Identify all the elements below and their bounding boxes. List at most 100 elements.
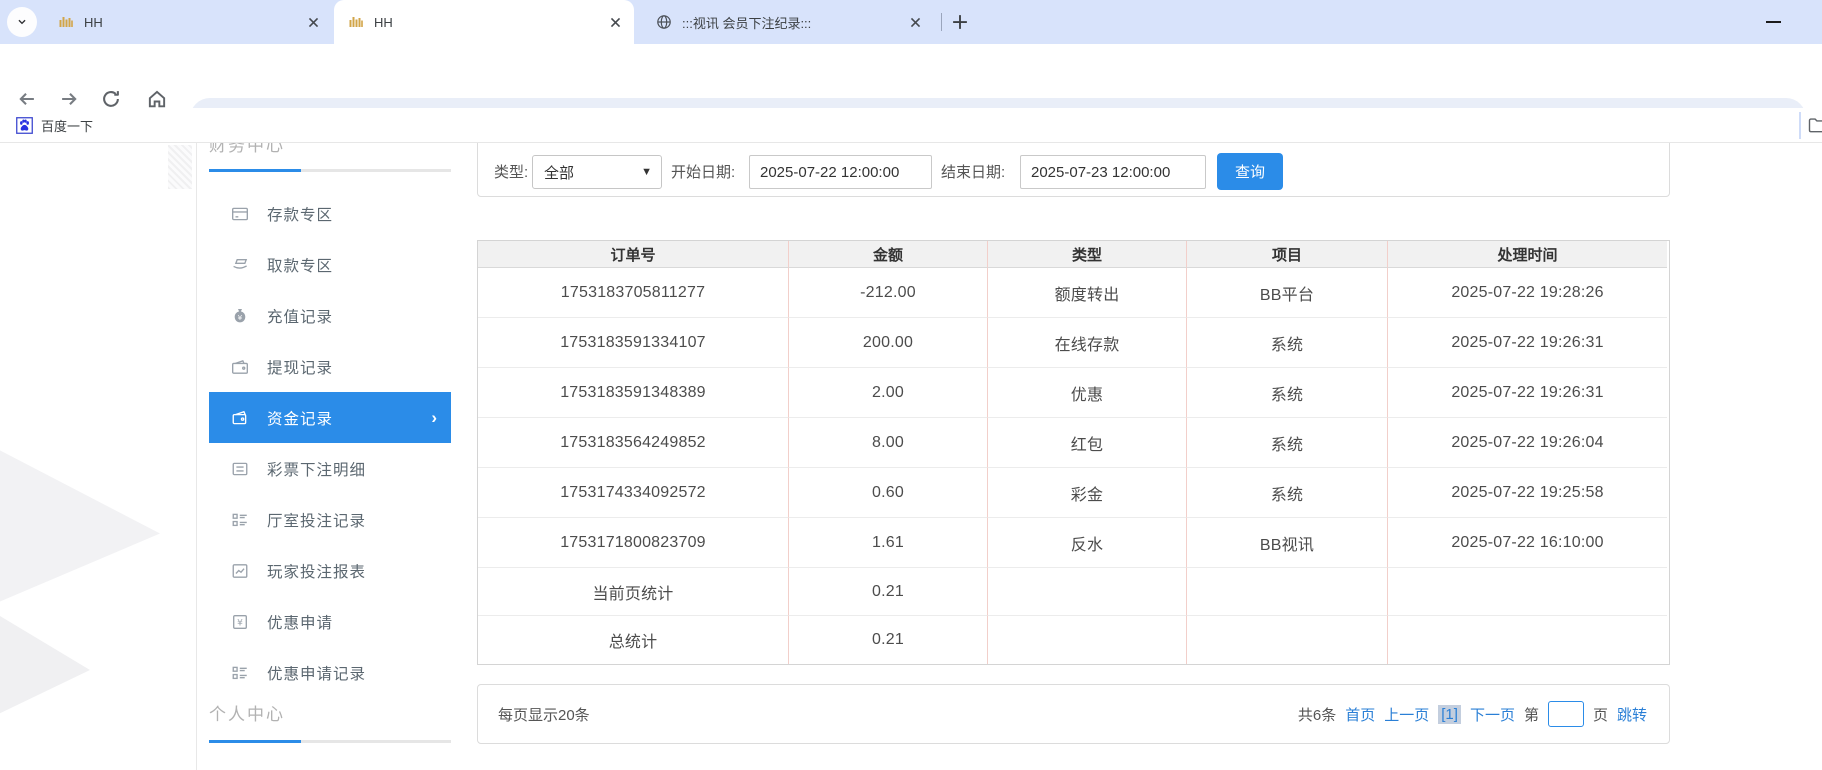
cell-order-no: 1753183705811277 (478, 268, 789, 318)
tab-title: :::视讯 会员下注纪录::: (682, 15, 812, 31)
cell-item: BB平台 (1187, 268, 1388, 318)
cell-type: 彩金 (988, 468, 1187, 518)
svg-text:¥: ¥ (237, 618, 243, 628)
cell-grand-total-label: 总统计 (478, 616, 789, 664)
baidu-paw-icon (16, 117, 33, 134)
close-tab-icon[interactable] (607, 14, 624, 31)
type-select[interactable]: 全部 ▼ (532, 155, 662, 189)
tab-title: HH (374, 14, 393, 30)
start-date-input[interactable] (749, 155, 932, 189)
sidebar-item-withdraw-zone[interactable]: 取款专区 (209, 239, 451, 290)
cell-order-no: 1753183564249852 (478, 418, 789, 468)
sidebar-item-deposit-zone[interactable]: 存款专区 (209, 188, 451, 239)
jump-suffix-label: 页 (1592, 706, 1608, 724)
col-header-amount: 金额 (789, 241, 988, 268)
type-label: 类型: (494, 164, 529, 181)
query-button[interactable]: 查询 (1217, 153, 1283, 190)
all-bookmarks-folder-icon[interactable] (1808, 116, 1822, 134)
deposit-card-icon (232, 207, 248, 220)
sidebar-item-label: 玩家投注报表 (267, 563, 367, 581)
type-select-value: 全部 (544, 164, 575, 182)
sidebar-item-recharge-records[interactable]: ¥ 充值记录 (209, 290, 451, 341)
tab-separator (941, 13, 942, 31)
sidebar-item-label: 充值记录 (267, 308, 334, 326)
next-page-link[interactable]: 下一页 (1470, 704, 1515, 725)
bookmark-label: 百度一下 (41, 119, 94, 134)
sidebar-item-label: 优惠申请记录 (267, 665, 367, 683)
jump-page-input[interactable] (1547, 701, 1584, 727)
tab-1[interactable]: HH (44, 0, 332, 44)
tab-strip: HH HH :::视讯 会员下注纪录::: (0, 0, 1822, 44)
list-card-icon (232, 462, 248, 475)
first-page-link[interactable]: 首页 (1345, 704, 1375, 725)
tab-search-caret-button[interactable] (7, 7, 37, 37)
cell-item: 系统 (1187, 318, 1388, 368)
cell-item: 系统 (1187, 418, 1388, 468)
sidebar-item-label: 优惠申请 (267, 614, 334, 632)
sidebar-item-label: 彩票下注明细 (267, 461, 367, 479)
tab-2-active[interactable]: HH (334, 0, 634, 44)
window-minimize-icon[interactable] (1766, 21, 1781, 23)
cell-time: 2025-07-22 16:10:00 (1388, 518, 1667, 568)
money-bag-icon: ¥ (234, 308, 246, 322)
layout-list-icon (232, 513, 247, 526)
per-page-label: 每页显示20条 (498, 706, 590, 724)
sidebar-item-fund-records[interactable]: 资金记录 › (209, 392, 451, 443)
bookmark-baidu[interactable]: 百度一下 (10, 113, 99, 138)
cell-time: 2025-07-22 19:26:31 (1388, 368, 1667, 418)
hand-money-icon (233, 258, 248, 269)
sidebar-item-label: 存款专区 (267, 206, 334, 224)
pagination-bar: 每页显示20条 共6条 首页 上一页 [1] 下一页 第 页 跳转 (477, 684, 1670, 744)
bookmarks-separator (1799, 112, 1801, 139)
cell-item: 系统 (1187, 368, 1388, 418)
sidebar-item-room-bet-records[interactable]: 厅室投注记录 (209, 494, 451, 545)
fund-records-icon (232, 410, 247, 424)
cell-grand-total-amount: 0.21 (789, 616, 988, 664)
sidebar-item-lottery-bet-details[interactable]: 彩票下注明细 (209, 443, 451, 494)
prev-page-link[interactable]: 上一页 (1384, 704, 1429, 725)
cell-page-total-label: 当前页统计 (478, 568, 789, 616)
total-count-label: 共6条 (1297, 706, 1337, 724)
chevron-right-icon: › (431, 407, 437, 427)
forward-icon[interactable] (58, 88, 80, 110)
svg-text:¥: ¥ (238, 312, 243, 321)
cell-time: 2025-07-22 19:25:58 (1388, 468, 1667, 518)
close-tab-icon[interactable] (907, 14, 924, 31)
cell-type: 优惠 (988, 368, 1187, 418)
cell-page-total-amount: 0.21 (789, 568, 988, 616)
cell-type: 反水 (988, 518, 1187, 568)
background-triangle (0, 440, 160, 610)
sidebar-item-withdraw-records[interactable]: 提现记录 (209, 341, 451, 392)
cell-empty (1388, 568, 1667, 616)
cell-empty (988, 568, 1187, 616)
chevron-down-icon: ▼ (641, 166, 652, 178)
current-page-indicator[interactable]: [1] (1438, 704, 1461, 724)
cell-empty (1187, 568, 1388, 616)
home-icon[interactable] (146, 88, 168, 110)
sidebar-item-promo-apply[interactable]: ¥ 优惠申请 (209, 596, 451, 647)
sidebar-divider (196, 143, 197, 770)
tab-3[interactable]: :::视讯 会员下注纪录::: (642, 0, 934, 44)
cell-time: 2025-07-22 19:26:31 (1388, 318, 1667, 368)
end-date-input[interactable] (1020, 155, 1206, 189)
cell-type: 在线存款 (988, 318, 1187, 368)
sidebar-item-promo-apply-records[interactable]: 优惠申请记录 (209, 647, 451, 698)
section-underline (209, 169, 451, 172)
cell-order-no: 1753171800823709 (478, 518, 789, 568)
sidebar-section-personal: 个人中心 (209, 705, 285, 724)
sidebar-item-label: 提现记录 (267, 359, 334, 377)
cell-amount: 1.61 (789, 518, 988, 568)
new-tab-icon[interactable] (950, 12, 970, 32)
wallet-icon (232, 359, 248, 374)
chart-report-icon (232, 563, 248, 578)
reload-icon[interactable] (100, 88, 122, 110)
cell-time: 2025-07-22 19:28:26 (1388, 268, 1667, 318)
back-icon[interactable] (16, 88, 38, 110)
jump-link[interactable]: 跳转 (1617, 704, 1647, 725)
end-date-label: 结束日期: (941, 164, 1006, 181)
fund-records-table: 订单号 金额 类型 项目 处理时间 1753183705811277 -212.… (477, 240, 1670, 665)
sidebar-item-player-bet-report[interactable]: 玩家投注报表 (209, 545, 451, 596)
close-tab-icon[interactable] (305, 14, 322, 31)
cell-empty (988, 616, 1187, 664)
cell-item: BB视讯 (1187, 518, 1388, 568)
